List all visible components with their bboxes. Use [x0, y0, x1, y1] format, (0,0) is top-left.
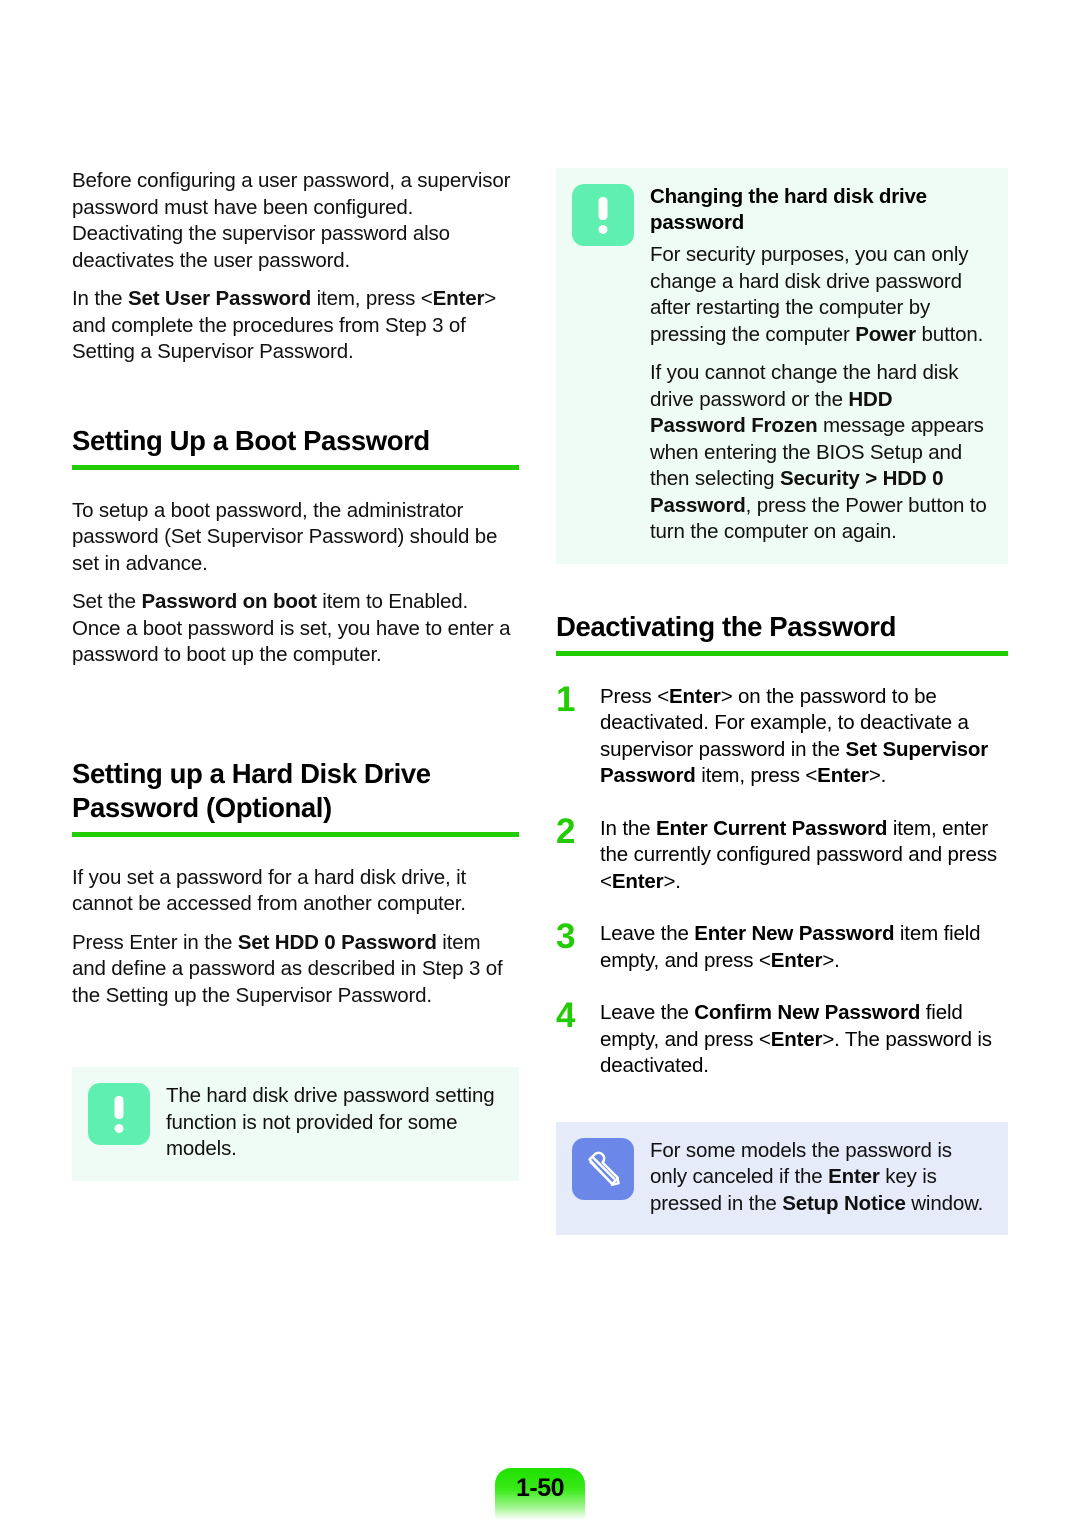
step-text: Leave the Confirm New Password field emp… [600, 1001, 992, 1077]
boot-paragraph-1: To setup a boot password, the administra… [72, 498, 498, 575]
step-item: 3 Leave the Enter New Password item field… [556, 917, 1008, 974]
exclamation-stem [114, 1096, 124, 1119]
section-boot-password: Setting Up a Boot Password [72, 424, 519, 470]
step-number: 2 [556, 811, 575, 851]
step-number: 3 [556, 917, 575, 956]
notice-body: The hard disk drive password setting fun… [166, 1083, 503, 1163]
section-hdd-password: Setting up a Hard Disk Drive Password (O… [72, 757, 519, 837]
step-number: 1 [556, 679, 575, 719]
hdd-paragraph-2: Press Enter in the Set HDD 0 Password it… [72, 930, 503, 1007]
step-item: 1 Press <Enter> on the password to be dea… [556, 679, 1008, 790]
exclamation-dot [598, 225, 608, 234]
section-heading-deactivating-password: Deactivating the Password [556, 610, 896, 642]
exclamation-icon [572, 184, 634, 246]
exclamation-dot [114, 1124, 124, 1133]
step-item: 2 In the Enter Current Password item, ent… [556, 811, 1008, 896]
intro-paragraph-2: In the Set User Password item, press <En… [72, 287, 497, 363]
boot-paragraph-2: Set the Password on boot item to Enabled… [72, 590, 511, 666]
step-text: In the Enter Current Password item, ente… [600, 816, 997, 893]
hdd-paragraph-1: If you set a password for a hard disk dr… [72, 865, 467, 916]
notice-body: Changing the hard disk drive password Fo… [650, 184, 992, 546]
steps-list: 1 Press <Enter> on the password to be dea… [556, 679, 1008, 1080]
notice-title: Changing the hard disk drive password [650, 185, 927, 234]
notice-paragraph-1: For security purposes, you can only chan… [650, 243, 984, 346]
page-number-badge: 1-50 [495, 1468, 585, 1520]
notice-box-changing-hdd-password: Changing the hard disk drive password Fo… [556, 168, 1008, 564]
manual-page: Before configuring a user password, a su… [0, 0, 1080, 1532]
exclamation-stem [598, 197, 608, 220]
section-heading-hdd-password: Setting up a Hard Disk Drive Password (O… [72, 757, 431, 823]
step-number: 4 [556, 996, 575, 1035]
notice-text: The hard disk drive password setting fun… [166, 1084, 495, 1160]
step-item: 4 Leave the Confirm New Password field em… [556, 996, 1008, 1080]
note-box-setup-notice: For some models the password is only can… [556, 1121, 1008, 1235]
note-body: For some models the password is only can… [650, 1138, 992, 1218]
intro-paragraph-1: Before configuring a user password, a su… [72, 169, 511, 272]
left-column: Before configuring a user password, a su… [72, 168, 519, 1181]
section-deactivating-password: Deactivating the Password [556, 610, 1008, 656]
step-text: Press <Enter> on the password to be deac… [600, 684, 989, 788]
note-text: For some models the password is only can… [650, 1138, 984, 1215]
pencil-icon [572, 1137, 634, 1200]
pencil-glyph [588, 1151, 620, 1186]
section-heading-boot-password: Setting Up a Boot Password [72, 424, 430, 456]
page-number-label: 1-50 [515, 1474, 565, 1502]
right-column: Changing the hard disk drive password Fo… [556, 168, 1008, 1235]
exclamation-icon [88, 1083, 150, 1145]
notice-paragraph-2: If you cannot change the hard disk drive… [650, 361, 987, 543]
step-text: Leave the Enter New Password item field … [600, 922, 981, 972]
notice-box-hdd-models: The hard disk drive password setting fun… [72, 1067, 519, 1181]
